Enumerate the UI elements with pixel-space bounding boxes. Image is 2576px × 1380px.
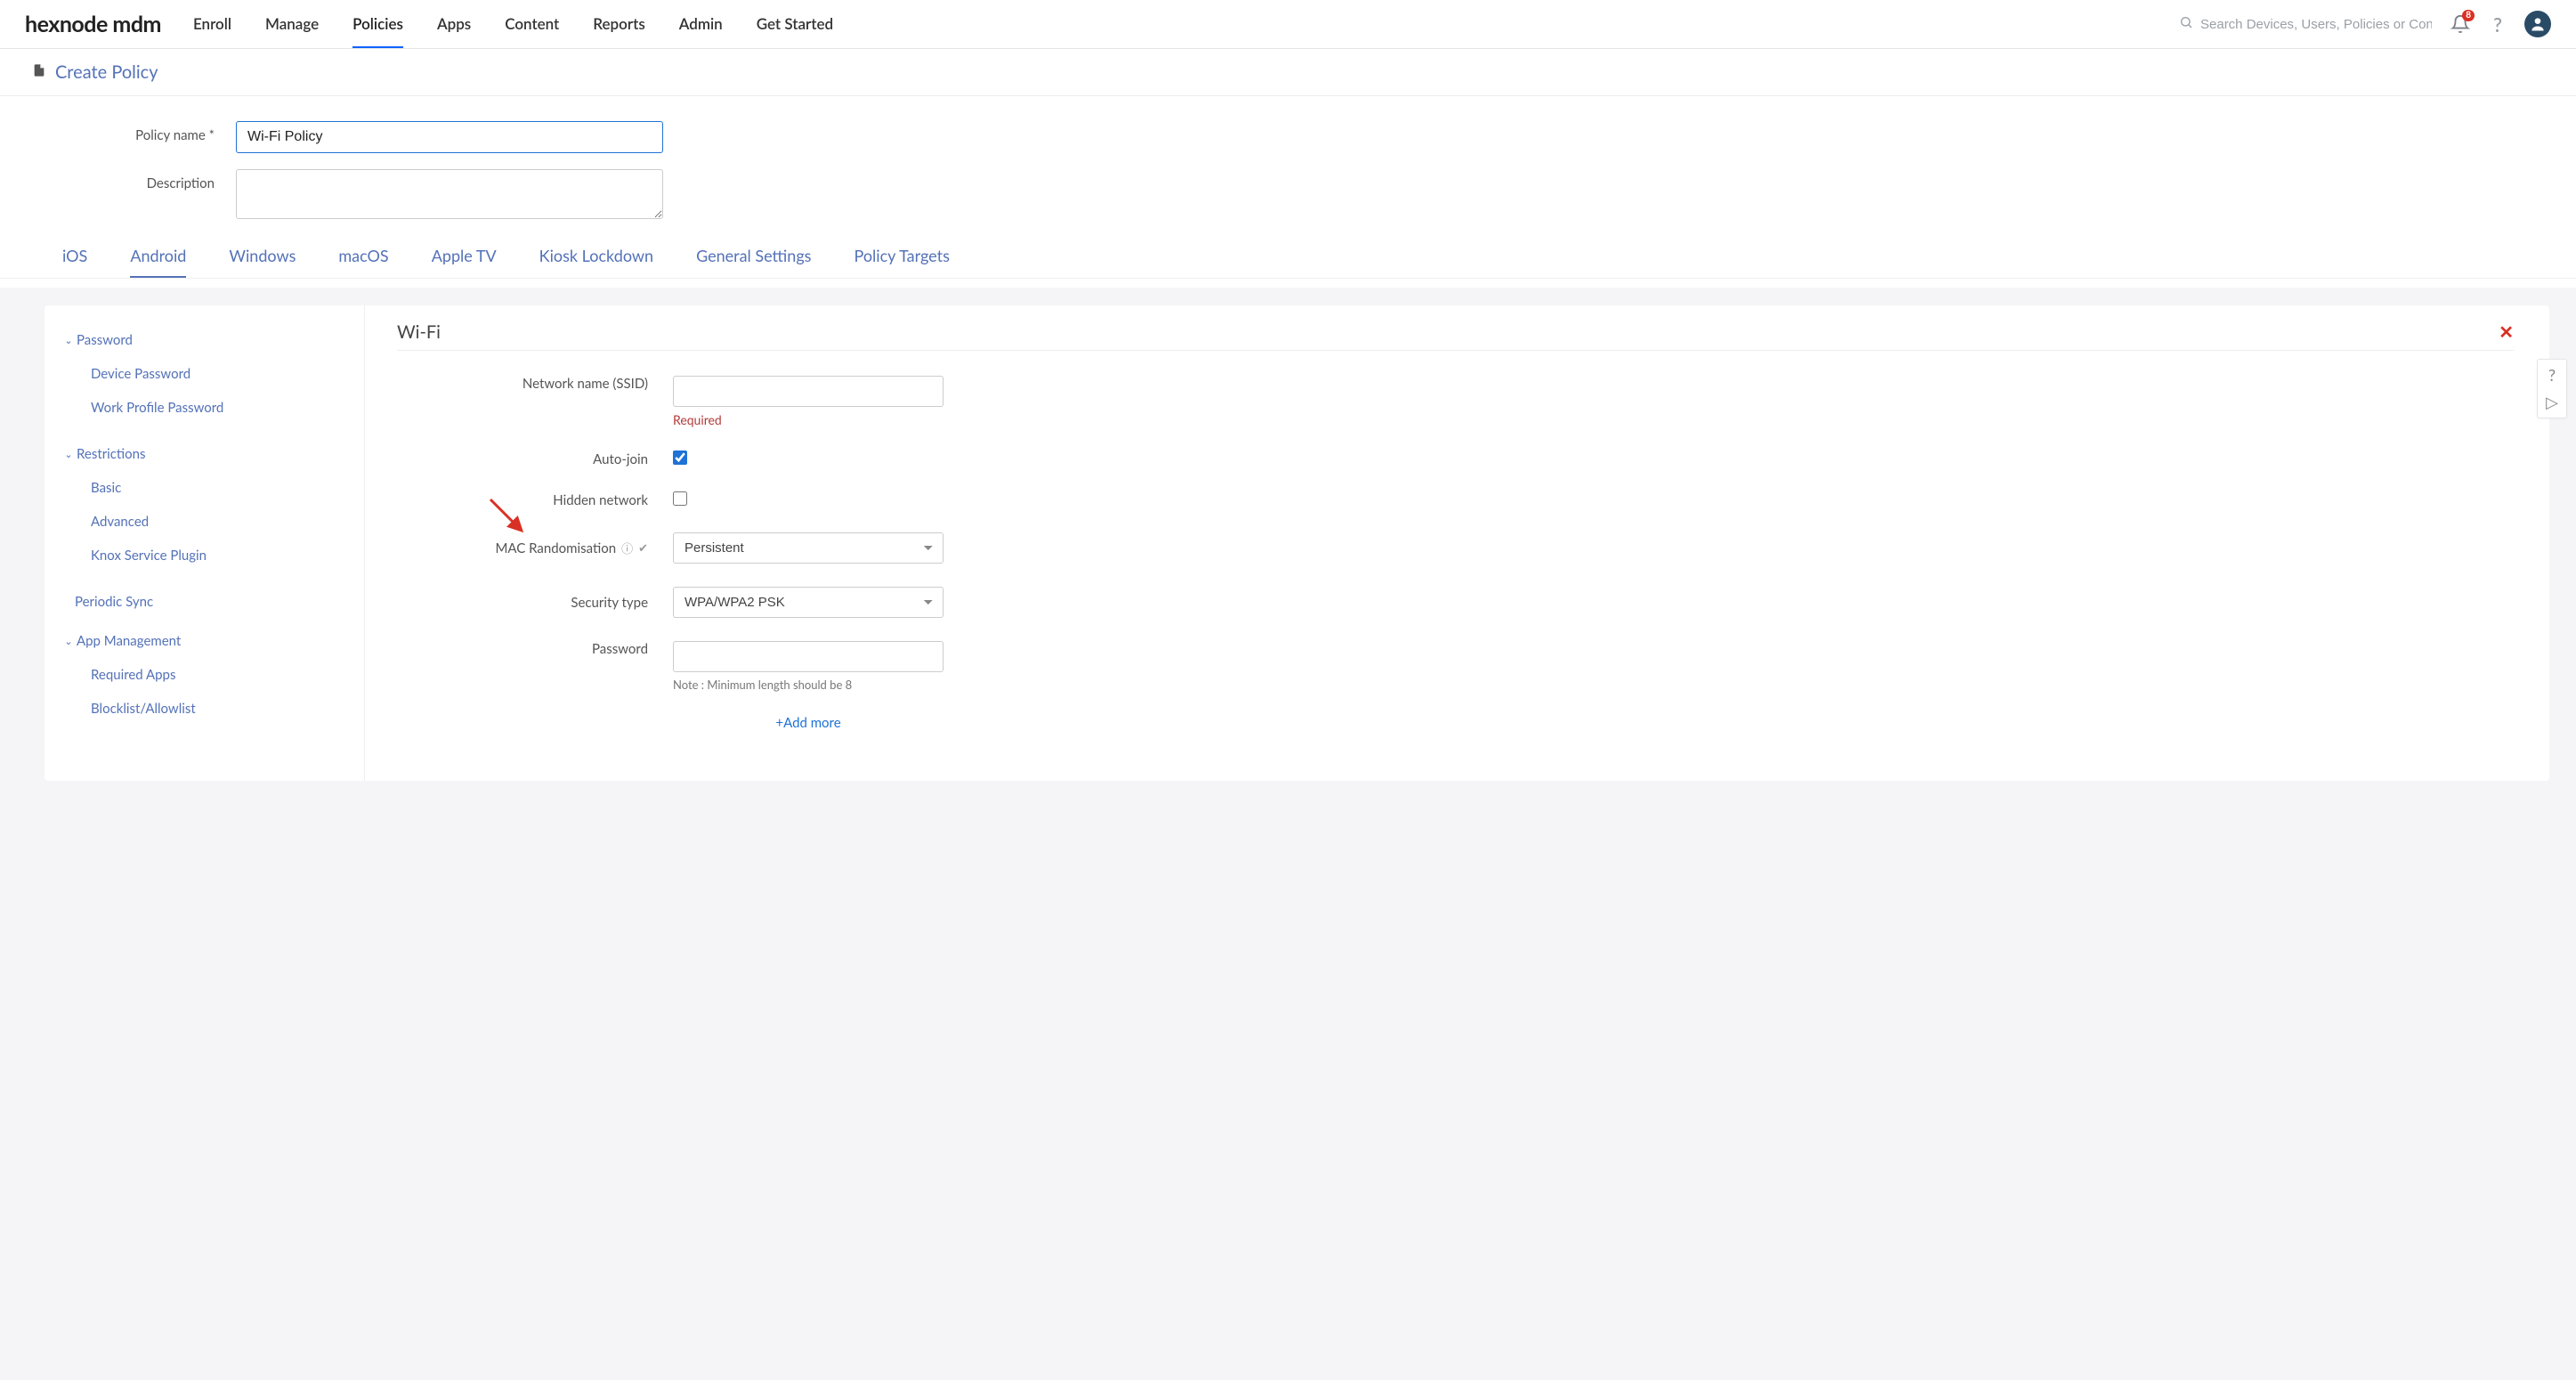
sidebar-item-advanced[interactable]: Advanced — [64, 505, 337, 539]
tab-general[interactable]: General Settings — [696, 235, 811, 278]
hidden-checkbox[interactable] — [673, 491, 687, 506]
nav-manage[interactable]: Manage — [265, 0, 319, 48]
nav-admin[interactable]: Admin — [679, 0, 723, 48]
sidebar-item-required-apps[interactable]: Required Apps — [64, 658, 337, 692]
hidden-label: Hidden network — [397, 492, 673, 508]
tab-android[interactable]: Android — [130, 235, 186, 278]
section-title: Wi-Fi — [397, 321, 441, 343]
ssid-error: Required — [673, 412, 2514, 427]
macrand-select[interactable]: Persistent — [673, 532, 944, 564]
info-icon[interactable]: ⓘ — [621, 540, 633, 556]
search-input[interactable] — [2200, 17, 2432, 32]
policy-name-input[interactable] — [236, 121, 663, 153]
nav-content[interactable]: Content — [505, 0, 559, 48]
tab-macos[interactable]: macOS — [338, 235, 388, 278]
nav-reports[interactable]: Reports — [593, 0, 644, 48]
page-title: Create Policy — [55, 61, 158, 83]
autojoin-checkbox[interactable] — [673, 451, 687, 465]
body-wrap: ⌄ Password Device Password Work Profile … — [45, 305, 2549, 781]
chevron-down-icon: ⌄ — [64, 449, 73, 460]
ssid-input[interactable] — [673, 376, 944, 407]
nav-policies[interactable]: Policies — [352, 0, 403, 48]
sidebar-item-device-password[interactable]: Device Password — [64, 357, 337, 391]
autojoin-label: Auto-join — [397, 451, 673, 467]
section-head: Wi-Fi ✕ — [397, 321, 2514, 351]
sectype-label: Security type — [397, 595, 673, 611]
description-input[interactable] — [236, 169, 663, 219]
macrand-label: MAC Randomisation ⓘ ✔︎ — [397, 540, 673, 556]
check-icon: ✔︎ — [638, 540, 648, 556]
sectype-select[interactable]: WPA/WPA2 PSK — [673, 587, 944, 618]
notif-badge: 8 — [2462, 10, 2475, 21]
platform-tabs: iOS Android Windows macOS Apple TV Kiosk… — [0, 235, 2576, 279]
description-label: Description — [0, 169, 236, 191]
search-icon — [2179, 15, 2193, 33]
tab-appletv[interactable]: Apple TV — [432, 235, 497, 278]
help-icon[interactable]: ? — [2487, 13, 2508, 35]
password-note: Note : Minimum length should be 8 — [673, 678, 2514, 692]
avatar[interactable] — [2524, 11, 2551, 37]
help-panel-question-icon[interactable]: ? — [2548, 365, 2556, 385]
main-panel: Wi-Fi ✕ Network name (SSID) Required Aut… — [365, 305, 2549, 781]
file-icon — [32, 62, 46, 82]
password-label: Password — [397, 641, 673, 657]
sidebar-item-basic[interactable]: Basic — [64, 471, 337, 505]
nav-enroll[interactable]: Enroll — [193, 0, 231, 48]
sidebar-section-restrictions[interactable]: ⌄ Restrictions — [64, 437, 337, 471]
sidebar: ⌄ Password Device Password Work Profile … — [45, 305, 365, 781]
chevron-down-icon: ⌄ — [64, 335, 73, 346]
tab-targets[interactable]: Policy Targets — [854, 235, 949, 278]
sidebar-item-periodic-sync[interactable]: Periodic Sync — [64, 585, 337, 619]
tab-kiosk[interactable]: Kiosk Lockdown — [539, 235, 653, 278]
nav-get-started[interactable]: Get Started — [757, 0, 833, 48]
top-nav: Enroll Manage Policies Apps Content Repo… — [193, 0, 2179, 48]
nav-apps[interactable]: Apps — [437, 0, 471, 48]
search-wrap — [2179, 15, 2432, 33]
ssid-label: Network name (SSID) — [397, 376, 673, 392]
notifications-icon[interactable]: 8 — [2450, 13, 2471, 35]
tab-windows[interactable]: Windows — [229, 235, 296, 278]
sidebar-item-work-profile-password[interactable]: Work Profile Password — [64, 391, 337, 425]
topbar: hexnode mdm Enroll Manage Policies Apps … — [0, 0, 2576, 49]
basic-form: Policy name * Description iOS Android Wi… — [0, 96, 2576, 288]
top-icons: 8 ? — [2450, 11, 2551, 37]
sidebar-section-app-management[interactable]: ⌄ App Management — [64, 624, 337, 658]
close-icon[interactable]: ✕ — [2499, 321, 2514, 343]
tab-ios[interactable]: iOS — [62, 235, 87, 278]
brand-logo: hexnode mdm — [25, 11, 161, 37]
sidebar-item-blocklist[interactable]: Blocklist/Allowlist — [64, 692, 337, 726]
policy-name-label: Policy name * — [0, 121, 236, 143]
password-input[interactable] — [673, 641, 944, 672]
floating-help-panel: ? ▷ — [2537, 359, 2567, 418]
chevron-down-icon: ⌄ — [64, 636, 73, 647]
sidebar-item-knox[interactable]: Knox Service Plugin — [64, 539, 337, 572]
sidebar-section-password[interactable]: ⌄ Password — [64, 323, 337, 357]
help-panel-play-icon[interactable]: ▷ — [2546, 392, 2558, 412]
page-title-row: Create Policy — [0, 49, 2576, 96]
add-more-link[interactable]: +Add more — [673, 715, 944, 731]
